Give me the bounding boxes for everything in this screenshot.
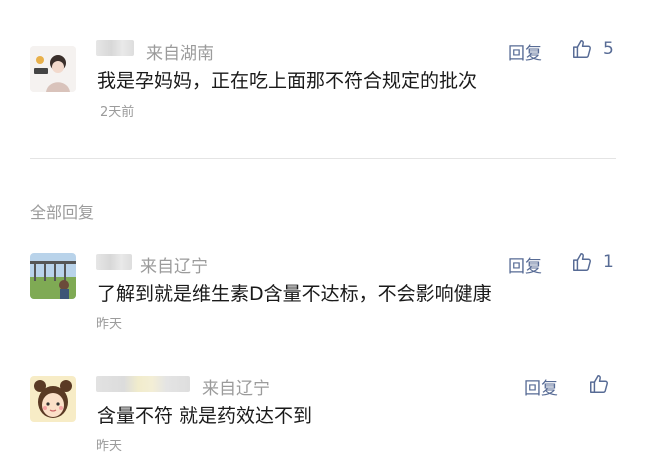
location-label: 来自湖南: [146, 44, 214, 64]
avatar[interactable]: [30, 376, 76, 422]
section-title: 全部回复: [30, 203, 95, 222]
divider: [30, 158, 616, 159]
like-button[interactable]: [588, 372, 620, 396]
comment-text: 了解到就是维生素D含量不达标，不会影响健康: [97, 283, 492, 305]
comment-time: 2天前: [100, 105, 135, 120]
avatar[interactable]: [30, 46, 76, 92]
comment-text: 含量不符 就是药效达不到: [97, 405, 313, 427]
thumbs-up-icon: [590, 375, 608, 393]
username-blurred[interactable]: [96, 254, 132, 270]
like-count: 5: [603, 39, 614, 59]
comment-time: 昨天: [96, 317, 123, 332]
location-label: 来自辽宁: [202, 379, 270, 399]
like-button[interactable]: 5: [571, 37, 614, 61]
like-count: 1: [603, 252, 614, 272]
thumbs-up-icon: [573, 40, 591, 58]
reply-button[interactable]: 回复: [508, 39, 542, 64]
comment-page: 来自湖南 回复 5 我是孕妈妈，正在吃上面那不符合规定的批次 2天前 全部回复 …: [0, 0, 648, 464]
thumbs-up-icon: [573, 253, 591, 271]
avatar[interactable]: [30, 253, 76, 299]
location-label: 来自辽宁: [140, 257, 208, 277]
reply-button[interactable]: 回复: [524, 374, 558, 399]
username-blurred[interactable]: [96, 376, 190, 392]
comment-text: 我是孕妈妈，正在吃上面那不符合规定的批次: [97, 70, 478, 92]
username-blurred[interactable]: [96, 40, 134, 56]
like-button[interactable]: 1: [571, 250, 614, 274]
comment-time: 昨天: [96, 439, 123, 454]
reply-button[interactable]: 回复: [508, 252, 542, 277]
